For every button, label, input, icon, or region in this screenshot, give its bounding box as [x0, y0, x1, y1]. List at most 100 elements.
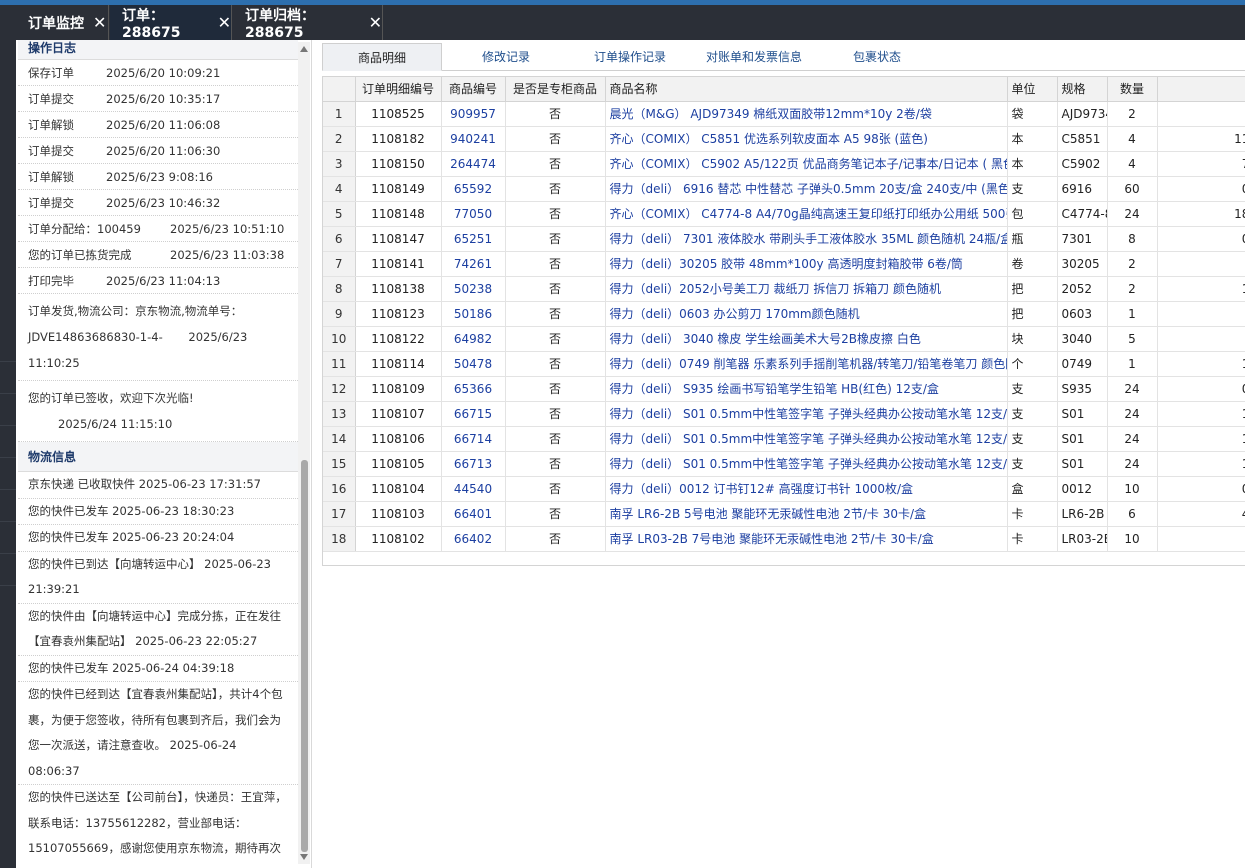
table-row[interactable]: 18 1108102 66402 否南孚 LR03-2B 7号电池 聚能环无汞碱性电池… [323, 526, 1245, 552]
product-id-cell[interactable]: 77050 [441, 201, 506, 227]
product-id-cell[interactable]: 65366 [441, 376, 506, 402]
product-name-cell[interactable]: 得力（deli）30205 胶带 48mm*100y 高透明度封箱胶带 6卷/筒 [605, 251, 1008, 277]
unit-cell: 卡 [1007, 526, 1058, 552]
product-id-cell[interactable]: 65592 [441, 176, 506, 202]
product-name-cell[interactable]: 晨光（M&G） AJD97349 棉纸双面胶带12mm*10y 2卷/袋 [605, 101, 1008, 127]
counter-item-cell: 否 [505, 501, 606, 527]
spec-cell: 2052 [1057, 276, 1108, 302]
counter-item-cell: 否 [505, 351, 606, 377]
close-icon[interactable]: ✕ [218, 13, 231, 32]
op-log-time: 2025/6/23 10:46:32 [106, 196, 221, 210]
product-name-cell[interactable]: 齐心（COMIX） C5902 A5/122页 优品商务笔记本子/记事本/日记本… [605, 151, 1008, 177]
table-row[interactable]: 6 1108147 65251 否得力（deli） 7301 液体胶水 带刷头手工液体… [323, 226, 1245, 252]
tab-order-288675[interactable]: 订单：288675 ✕ [110, 5, 232, 41]
header-unit-price[interactable]: 单价 [1157, 77, 1245, 102]
product-name-cell[interactable]: 得力（deli） S01 0.5mm中性笔签字笔 子弹头经典办公按动笔水笔 12… [605, 401, 1008, 427]
row-number: 7 [323, 251, 356, 277]
header-product-id[interactable]: 商品编号 [441, 77, 506, 102]
detail-panel: 商品明细 修改记录 订单操作记录 对账单和发票信息 包裹状态 订单明细编号 商品… [322, 40, 1245, 868]
scroll-down-icon[interactable] [300, 854, 308, 860]
quantity-cell: 4 [1107, 126, 1158, 152]
tab-order-monitor[interactable]: 订单监控 ✕ [16, 5, 109, 40]
product-id-cell[interactable]: 66402 [441, 526, 506, 552]
spec-cell: AJD97349 [1057, 101, 1108, 127]
close-icon[interactable]: ✕ [369, 13, 382, 32]
product-detail-grid: 订单明细编号 商品编号 是否是专柜商品 商品名称 单位 规格 数量 单价 111… [322, 76, 1245, 566]
product-id-cell[interactable]: 50478 [441, 351, 506, 377]
tab-label: 订单归档：288675 [245, 7, 315, 41]
subtab-statement-invoice[interactable]: 对账单和发票信息 [692, 43, 816, 71]
product-id-cell[interactable]: 264474 [441, 151, 506, 177]
op-log-time: 2025/6/20 11:06:08 [106, 118, 221, 132]
header-unit[interactable]: 单位 [1007, 77, 1058, 102]
table-row[interactable]: 5 1108148 77050 否齐心（COMIX） C4774-8 A4/70g晶纯… [323, 201, 1245, 227]
unit-cell: 卡 [1007, 501, 1058, 527]
scrollbar-thumb[interactable] [301, 460, 308, 852]
table-row[interactable]: 15 1108105 66713 否得力（deli） S01 0.5mm中性笔签字笔 … [323, 451, 1245, 477]
tab-order-archive-288675[interactable]: 订单归档：288675 ✕ [233, 5, 383, 41]
close-icon[interactable]: ✕ [93, 13, 106, 32]
table-row[interactable]: 9 1108123 50186 否得力（deli）0603 办公剪刀 170mm颜色随… [323, 301, 1245, 327]
table-row[interactable]: 7 1108141 74261 否得力（deli）30205 胶带 48mm*100y… [323, 251, 1245, 277]
table-row[interactable]: 4 1108149 65592 否得力（deli） 6916 替芯 中性替芯 子弹头0… [323, 176, 1245, 202]
product-name-cell[interactable]: 南孚 LR03-2B 7号电池 聚能环无汞碱性电池 2节/卡 30卡/盒 [605, 526, 1008, 552]
table-row[interactable]: 1 1108525 909957 否晨光（M&G） AJD97349 棉纸双面胶带12… [323, 101, 1245, 127]
table-row[interactable]: 14 1108106 66714 否得力（deli） S01 0.5mm中性笔签字笔 … [323, 426, 1245, 452]
table-row[interactable]: 10 1108122 64982 否得力（deli） 3040 橡皮 学生绘画美术大号… [323, 326, 1245, 352]
unit-price-cell: 11.25 [1157, 126, 1245, 152]
product-name-cell[interactable]: 得力（deli） 6916 替芯 中性替芯 子弹头0.5mm 20支/盒 240… [605, 176, 1008, 202]
quantity-cell: 2 [1107, 101, 1158, 127]
subtab-order-operations[interactable]: 订单操作记录 [572, 43, 688, 71]
scroll-up-icon[interactable] [300, 46, 308, 52]
product-id-cell[interactable]: 66713 [441, 451, 506, 477]
product-name-cell[interactable]: 得力（deli） 7301 液体胶水 带刷头手工液体胶水 35ML 颜色随机 2… [605, 226, 1008, 252]
product-id-cell[interactable]: 909957 [441, 101, 506, 127]
product-id-cell[interactable]: 66401 [441, 501, 506, 527]
row-number: 3 [323, 151, 356, 177]
subtab-package-status[interactable]: 包裹状态 [822, 43, 932, 71]
table-row[interactable]: 2 1108182 940241 否齐心（COMIX） C5851 优选系列软皮面本 … [323, 126, 1245, 152]
product-name-cell[interactable]: 得力（deli） S01 0.5mm中性笔签字笔 子弹头经典办公按动笔水笔 12… [605, 451, 1008, 477]
table-row[interactable]: 12 1108109 65366 否得力（deli） S935 绘画书写铅笔学生铅笔 … [323, 376, 1245, 402]
product-name-cell[interactable]: 得力（deli）0012 订书钉12# 高强度订书针 1000枚/盒 [605, 476, 1008, 502]
product-name-cell[interactable]: 得力（deli）2052小号美工刀 裁纸刀 拆信刀 拆箱刀 颜色随机 [605, 276, 1008, 302]
product-id-cell[interactable]: 940241 [441, 126, 506, 152]
table-row[interactable]: 11 1108114 50478 否得力（deli）0749 削笔器 乐素系列手摇削笔… [323, 351, 1245, 377]
counter-item-cell: 否 [505, 276, 606, 302]
product-id-cell[interactable]: 50238 [441, 276, 506, 302]
product-name-cell[interactable]: 齐心（COMIX） C5851 优选系列软皮面本 A5 98张 (蓝色) [605, 126, 1008, 152]
logistics-row: 您的快件已发车 2025-06-24 04:39:18 [18, 656, 298, 682]
product-id-cell[interactable]: 66715 [441, 401, 506, 427]
counter-item-cell: 否 [505, 401, 606, 427]
header-spec[interactable]: 规格 [1057, 77, 1108, 102]
unit-cell: 个 [1007, 351, 1058, 377]
product-id-cell[interactable]: 50186 [441, 301, 506, 327]
product-id-cell[interactable]: 66714 [441, 426, 506, 452]
table-row[interactable]: 16 1108104 44540 否得力（deli）0012 订书钉12# 高强度订书… [323, 476, 1245, 502]
unit-price-cell: 1.32 [1157, 401, 1245, 427]
header-counter-item[interactable]: 是否是专柜商品 [505, 77, 606, 102]
unit-price-cell: 0.38 [1157, 176, 1245, 202]
subtab-change-log[interactable]: 修改记录 [450, 43, 562, 71]
product-name-cell[interactable]: 得力（deli） S01 0.5mm中性笔签字笔 子弹头经典办公按动笔水笔 12… [605, 426, 1008, 452]
product-id-cell[interactable]: 64982 [441, 326, 506, 352]
product-id-cell[interactable]: 74261 [441, 251, 506, 277]
product-id-cell[interactable]: 44540 [441, 476, 506, 502]
product-name-cell[interactable]: 得力（deli） 3040 橡皮 学生绘画美术大号2B橡皮擦 白色 [605, 326, 1008, 352]
table-row[interactable]: 8 1108138 50238 否得力（deli）2052小号美工刀 裁纸刀 拆信刀 … [323, 276, 1245, 302]
product-id-cell[interactable]: 65251 [441, 226, 506, 252]
subtab-product-details[interactable]: 商品明细 [322, 43, 442, 71]
table-row[interactable]: 3 1108150 264474 否齐心（COMIX） C5902 A5/122页 优… [323, 151, 1245, 177]
product-name-cell[interactable]: 得力（deli） S935 绘画书写铅笔学生铅笔 HB(红色) 12支/盒 [605, 376, 1008, 402]
product-name-cell[interactable]: 南孚 LR6-2B 5号电池 聚能环无汞碱性电池 2节/卡 30卡/盒 [605, 501, 1008, 527]
header-product-name[interactable]: 商品名称 [605, 77, 1008, 102]
product-name-cell[interactable]: 得力（deli）0603 办公剪刀 170mm颜色随机 [605, 301, 1008, 327]
product-name-cell[interactable]: 齐心（COMIX） C4774-8 A4/70g晶纯高速王复印纸打印纸办公用纸 … [605, 201, 1008, 227]
product-name-cell[interactable]: 得力（deli）0749 削笔器 乐素系列手摇削笔机器/转笔刀/铅笔卷笔刀 颜色… [605, 351, 1008, 377]
counter-item-cell: 否 [505, 101, 606, 127]
table-row[interactable]: 13 1108107 66715 否得力（deli） S01 0.5mm中性笔签字笔 … [323, 401, 1245, 427]
header-detail-id[interactable]: 订单明细编号 [355, 77, 442, 102]
table-row[interactable]: 17 1108103 66401 否南孚 LR6-2B 5号电池 聚能环无汞碱性电池 … [323, 501, 1245, 527]
left-panel-scrollbar[interactable] [298, 42, 310, 864]
header-quantity[interactable]: 数量 [1107, 77, 1158, 102]
